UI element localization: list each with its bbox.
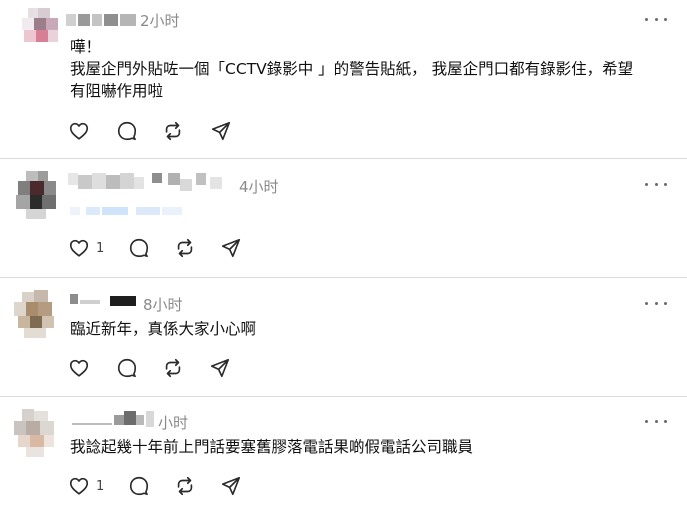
post-body: 臨近新年，真係大家小心啊	[70, 318, 670, 340]
repost-icon	[165, 121, 181, 141]
post-body: 我諗起幾十年前上門話要塞舊膠落電話果啲假電話公司職員	[70, 436, 670, 458]
send-icon	[211, 121, 231, 141]
post-line: 我屋企門外貼咗一個「CCTV錄影中 」的警告貼紙， 我屋企門口都有錄影住，希望	[70, 60, 634, 78]
reply-button[interactable]	[128, 237, 150, 259]
comment-icon	[117, 121, 137, 141]
more-horizontal-icon	[645, 419, 648, 423]
more-options-button[interactable]	[645, 177, 667, 191]
username-redacted[interactable]	[68, 173, 228, 191]
more-options-button[interactable]	[645, 296, 667, 310]
post-body-redacted	[70, 207, 190, 215]
more-horizontal-icon	[645, 301, 648, 305]
send-icon	[221, 476, 241, 496]
like-button[interactable]	[68, 357, 90, 379]
post-1: 2小时 嘩！ 我屋企門外貼咗一個「CCTV錄影中 」的警告貼紙， 我屋企門口都有…	[0, 0, 687, 158]
post-timestamp: 8小时	[143, 296, 183, 314]
reply-button[interactable]	[116, 120, 138, 142]
comment-icon	[129, 476, 149, 496]
username-redacted[interactable]	[72, 411, 162, 429]
post-timestamp: 4小时	[239, 178, 279, 196]
post-3: 8小时 臨近新年，真係大家小心啊	[0, 278, 687, 396]
heart-icon	[69, 239, 89, 257]
avatar[interactable]	[14, 290, 58, 338]
reply-button[interactable]	[116, 357, 138, 379]
post-timestamp: 小时	[158, 414, 189, 432]
post-line: 臨近新年，真係大家小心啊	[70, 320, 257, 338]
post-body: 嘩！ 我屋企門外貼咗一個「CCTV錄影中 」的警告貼紙， 我屋企門口都有錄影住，…	[70, 36, 670, 102]
post-4: 小时 我諗起幾十年前上門話要塞舊膠落電話果啲假電話公司職員 1	[0, 397, 687, 508]
like-button[interactable]: 1	[68, 475, 104, 497]
like-button[interactable]: 1	[68, 237, 104, 259]
heart-icon	[69, 122, 89, 140]
avatar[interactable]	[20, 6, 60, 46]
like-count: 1	[96, 478, 105, 494]
repost-button[interactable]	[162, 357, 184, 379]
post-line: 嘩！	[70, 38, 102, 56]
repost-icon	[177, 238, 193, 258]
post-2: 4小时 1	[0, 159, 687, 277]
more-horizontal-icon	[645, 17, 648, 21]
send-icon	[221, 238, 241, 258]
avatar[interactable]	[16, 171, 58, 219]
more-horizontal-icon	[645, 182, 648, 186]
more-options-button[interactable]	[645, 414, 667, 428]
username-redacted[interactable]	[66, 14, 138, 26]
share-button[interactable]	[209, 357, 231, 379]
repost-icon	[165, 358, 181, 378]
repost-button[interactable]	[162, 120, 184, 142]
post-line: 有阻嚇作用啦	[70, 82, 164, 100]
share-button[interactable]	[220, 237, 242, 259]
repost-button[interactable]	[174, 237, 196, 259]
share-button[interactable]	[210, 120, 232, 142]
post-line: 我諗起幾十年前上門話要塞舊膠落電話果啲假電話公司職員	[70, 438, 474, 456]
post-timestamp: 2小时	[140, 12, 180, 30]
heart-icon	[69, 359, 89, 377]
reply-button[interactable]	[128, 475, 150, 497]
username-redacted[interactable]	[70, 294, 142, 308]
comment-icon	[117, 358, 137, 378]
like-button[interactable]	[68, 120, 90, 142]
repost-button[interactable]	[174, 475, 196, 497]
like-count: 1	[96, 240, 105, 256]
avatar[interactable]	[14, 409, 58, 457]
comment-icon	[129, 238, 149, 258]
send-icon	[210, 358, 230, 378]
repost-icon	[177, 476, 193, 496]
more-options-button[interactable]	[645, 12, 667, 26]
heart-icon	[69, 477, 89, 495]
share-button[interactable]	[220, 475, 242, 497]
